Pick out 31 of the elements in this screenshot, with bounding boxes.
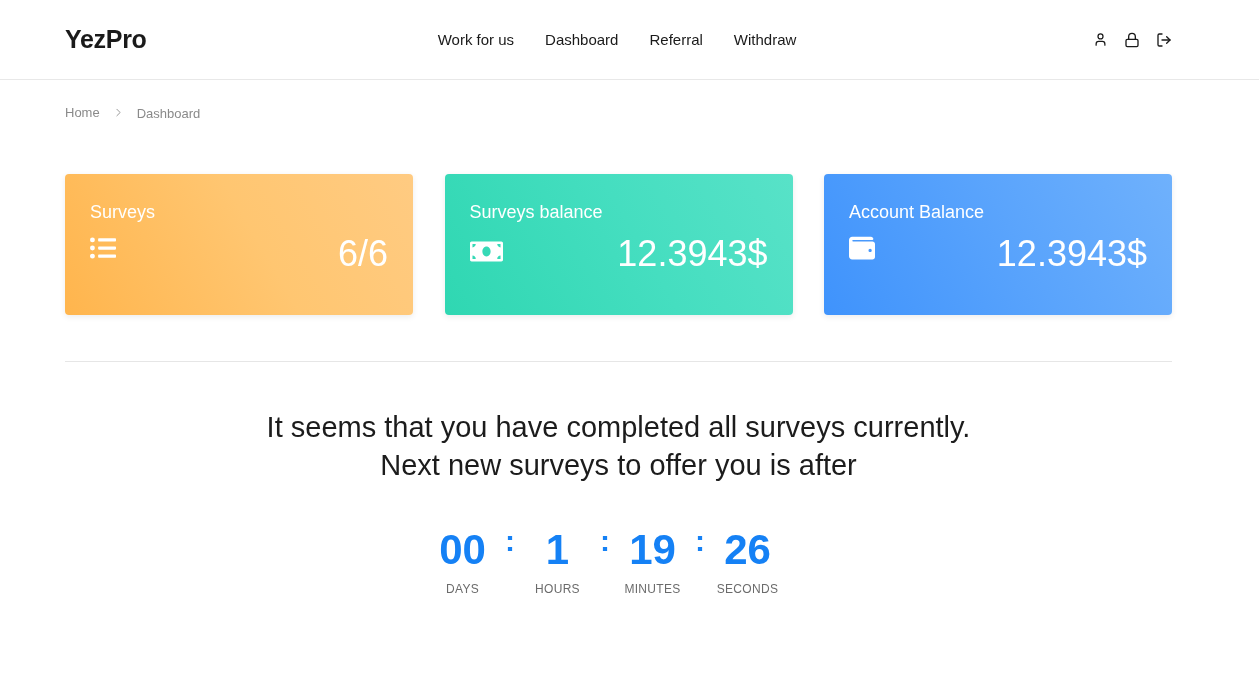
wallet-icon: [849, 235, 875, 261]
nav-link[interactable]: Withdraw: [733, 31, 797, 48]
card-title: Account Balance: [849, 201, 986, 223]
countdown-number: 00: [439, 526, 486, 574]
logo[interactable]: YezPro: [65, 25, 147, 54]
card-title: Surveys balance: [469, 201, 604, 223]
countdown-label: SECONDS: [716, 582, 779, 596]
card-value: 12.3943$: [996, 232, 1147, 276]
countdown-label: HOURS: [535, 582, 580, 596]
countdown-number: 1: [545, 526, 570, 574]
breadcrumb-link[interactable]: Dashboard: [136, 106, 201, 121]
countdown-label: DAYS: [446, 582, 479, 596]
nav-link[interactable]: Referral: [649, 31, 703, 48]
countdown-label: MINUTES: [624, 582, 681, 596]
card-value: 12.3943$: [617, 232, 768, 276]
countdown-separator: :: [504, 526, 516, 556]
user-icon[interactable]: [1092, 31, 1108, 48]
notice-text: Next new surveys to offer you is after: [379, 448, 858, 483]
lock-icon[interactable]: [1124, 31, 1140, 48]
countdown-separator: :: [599, 526, 611, 556]
nav-link[interactable]: Dashboard: [545, 31, 619, 48]
card-value: 6/6: [337, 232, 388, 276]
notice-text: It seems that you have completed all surveys currently.: [265, 410, 972, 445]
countdown-separator: :: [694, 526, 706, 556]
logout-icon[interactable]: [1156, 31, 1172, 48]
countdown-number: 19: [629, 526, 676, 574]
nav-link[interactable]: Work for us: [437, 31, 515, 48]
card-title: Surveys: [90, 201, 157, 223]
list-icon: [90, 235, 116, 261]
breadcrumb-link[interactable]: Home: [65, 104, 100, 120]
countdown-number: 26: [724, 526, 771, 574]
